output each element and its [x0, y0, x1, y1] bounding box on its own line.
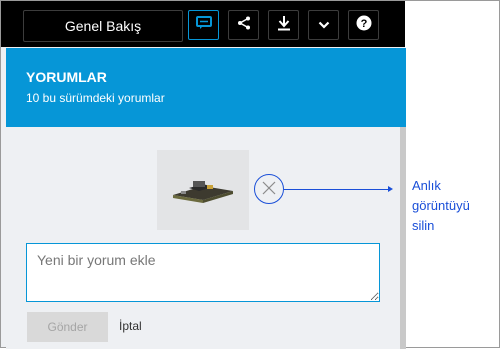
comment-icon	[195, 15, 212, 35]
send-button[interactable]: Gönder	[27, 312, 108, 342]
comments-button[interactable]	[188, 10, 219, 40]
help-button[interactable]: ?	[348, 10, 379, 40]
tab-overview[interactable]: Genel Bakış	[23, 10, 183, 42]
callout-line	[284, 189, 390, 190]
share-button[interactable]	[228, 10, 259, 40]
share-icon	[237, 16, 251, 35]
chevron-down-icon	[318, 16, 330, 34]
cancel-link[interactable]: İptal	[119, 319, 142, 333]
close-circle-icon	[262, 181, 276, 198]
comments-header: YORUMLAR 10 bu sürümdeki yorumlar	[6, 48, 406, 127]
toolbar: Genel Bakış ?	[1, 1, 405, 47]
comments-panel: Genel Bakış ? YORUMLAR 10 bu sürümdeki y…	[1, 1, 406, 349]
download-button[interactable]	[268, 10, 299, 40]
callout-label: Anlık görüntüyü silin	[412, 178, 470, 233]
comment-editor: Gönder İptal	[6, 127, 400, 349]
panel-subtitle: 10 bu sürümdeki yorumlar	[26, 91, 165, 105]
svg-text:?: ?	[360, 18, 367, 30]
remove-snapshot-button[interactable]	[254, 174, 284, 204]
comment-input[interactable]	[26, 243, 380, 302]
scrollbar[interactable]	[400, 127, 406, 349]
panel-title: YORUMLAR	[26, 69, 107, 85]
help-icon: ?	[356, 15, 372, 36]
download-icon	[276, 15, 292, 36]
callout-arrowhead	[388, 186, 393, 192]
snapshot-thumbnail[interactable]	[157, 150, 249, 230]
more-button[interactable]	[308, 10, 339, 40]
